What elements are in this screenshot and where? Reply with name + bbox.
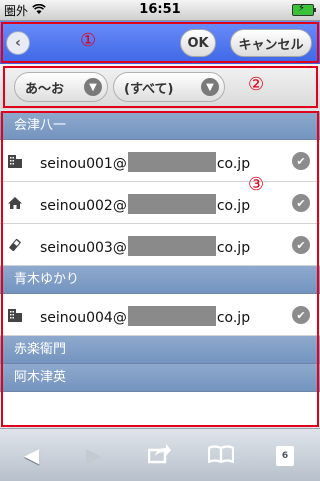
share-icon[interactable] bbox=[147, 442, 172, 469]
tabs-button[interactable]: 6 bbox=[276, 446, 294, 466]
chevron-down-icon: ▼ bbox=[84, 78, 102, 96]
email-address: seinou004@ co.jp bbox=[40, 306, 250, 326]
battery-icon: ⚡ bbox=[292, 3, 316, 16]
mobile-icon bbox=[8, 238, 22, 252]
list-item[interactable]: seinou004@ co.jp ✔ bbox=[0, 294, 320, 336]
email-domain: co.jp bbox=[216, 310, 251, 326]
header-bar: ‹ ① OK キャンセル bbox=[0, 21, 320, 64]
email-address: seinou003@ co.jp bbox=[40, 236, 250, 256]
list-item[interactable]: seinou001@ co.jp ✔ bbox=[0, 140, 320, 182]
bookmarks-icon[interactable] bbox=[207, 444, 235, 468]
browser-toolbar: ◀ ▶ 6 bbox=[0, 428, 320, 481]
status-bar: 圏外 16:51 ⚡ bbox=[0, 0, 320, 21]
chevron-down-icon: ▼ bbox=[201, 78, 219, 96]
email-domain: co.jp bbox=[216, 198, 251, 214]
category-select-value: (すべて) bbox=[124, 81, 174, 97]
email-domain: co.jp bbox=[216, 240, 251, 256]
home-icon bbox=[8, 196, 22, 210]
checkmark-icon[interactable]: ✔ bbox=[292, 306, 310, 324]
redacted-block bbox=[127, 306, 216, 326]
redacted-block bbox=[127, 236, 216, 256]
chevron-left-icon: ‹ bbox=[15, 35, 21, 51]
annotation-marker-1: ① bbox=[80, 30, 97, 51]
redacted-block bbox=[127, 152, 216, 172]
email-user: seinou004@ bbox=[40, 310, 127, 326]
email-user: seinou001@ bbox=[40, 156, 127, 172]
annotation-marker-3: ③ bbox=[248, 174, 265, 195]
group-name: 赤楽衛門 bbox=[14, 342, 67, 357]
checkmark-icon[interactable]: ✔ bbox=[292, 236, 310, 254]
checkmark-icon[interactable]: ✔ bbox=[292, 152, 310, 170]
clock: 16:51 bbox=[139, 2, 181, 17]
ok-button[interactable]: OK bbox=[180, 29, 216, 57]
email-user: seinou002@ bbox=[40, 198, 127, 214]
back-button[interactable]: ‹ bbox=[6, 31, 30, 55]
list-item[interactable]: seinou003@ co.jp ✔ bbox=[0, 224, 320, 266]
kana-select-value: あ～お bbox=[25, 81, 65, 97]
checkmark-icon[interactable]: ✔ bbox=[292, 194, 310, 212]
email-address: seinou002@ co.jp bbox=[40, 194, 250, 214]
email-user: seinou003@ bbox=[40, 240, 127, 256]
group-header: 青木ゆかり bbox=[0, 266, 320, 294]
forward-arrow-icon[interactable]: ▶ bbox=[86, 443, 101, 467]
building-icon bbox=[8, 154, 22, 168]
contact-list: 会津八一 seinou001@ co.jp ✔ seinou002@ co.jp ✔… bbox=[0, 112, 320, 426]
email-address: seinou001@ co.jp bbox=[40, 152, 250, 172]
cancel-button[interactable]: キャンセル bbox=[230, 29, 312, 57]
group-name: 阿木津英 bbox=[14, 370, 67, 385]
group-name: 会津八一 bbox=[14, 118, 67, 133]
back-arrow-icon[interactable]: ◀ bbox=[24, 443, 39, 467]
group-header: 阿木津英 bbox=[0, 364, 320, 392]
annotation-marker-2: ② bbox=[248, 74, 265, 95]
email-domain: co.jp bbox=[216, 156, 251, 172]
filter-bar: あ～お ▼ (すべて) ▼ ② bbox=[0, 64, 320, 109]
group-name: 青木ゆかり bbox=[14, 272, 80, 287]
group-header: 赤楽衛門 bbox=[0, 336, 320, 364]
group-header: 会津八一 bbox=[0, 112, 320, 140]
building-icon bbox=[8, 308, 22, 322]
redacted-block bbox=[127, 194, 216, 214]
category-select[interactable]: (すべて) ▼ bbox=[113, 72, 225, 102]
kana-select[interactable]: あ～お ▼ bbox=[14, 72, 108, 102]
list-item[interactable]: seinou002@ co.jp ✔ bbox=[0, 182, 320, 224]
